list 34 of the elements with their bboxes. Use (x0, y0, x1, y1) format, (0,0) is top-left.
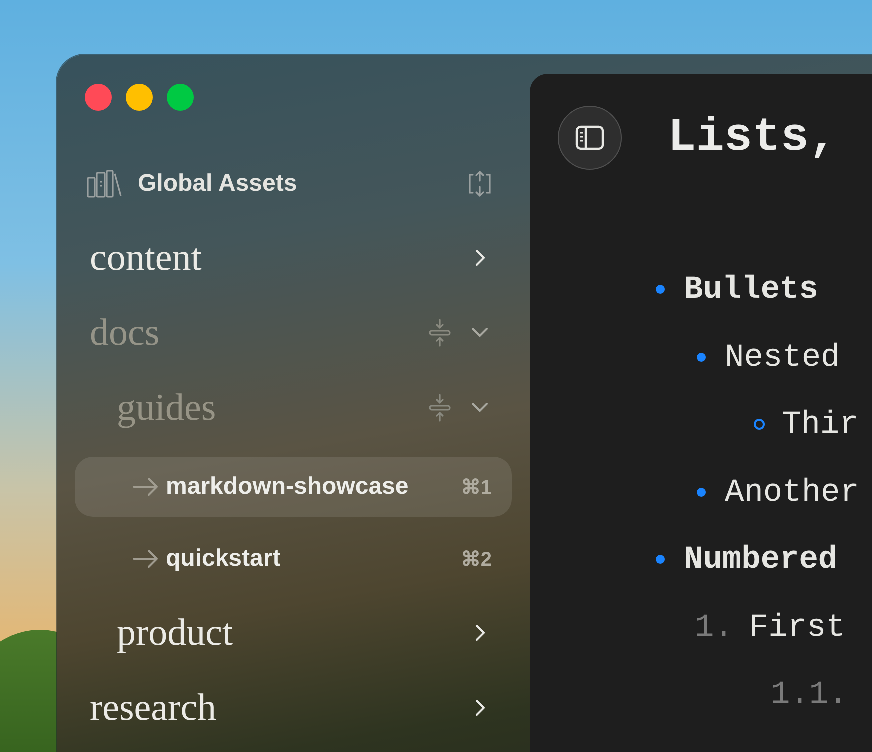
shortcut-label: ⌘1 (460, 476, 492, 500)
folder-item[interactable]: product (117, 610, 234, 654)
folder-item[interactable]: content (90, 236, 202, 280)
list-item-text: Nested (725, 338, 840, 376)
window-close-button[interactable] (85, 84, 112, 111)
list-item-text: Bullets (684, 271, 818, 308)
circle-bullet-icon (754, 419, 765, 430)
sidebar-icon (575, 125, 605, 151)
list-number: 1. (695, 608, 734, 646)
selected-page-item[interactable]: markdown-showcase ⌘1 (75, 457, 512, 517)
workspace-name: Global Assets (138, 170, 298, 198)
list-item-text: Numbered (684, 541, 838, 578)
bullet-icon (697, 488, 706, 497)
list-number: 1.1. (771, 676, 848, 714)
page-name: markdown-showcase (166, 473, 409, 501)
list-item-text: First (749, 608, 846, 646)
window-minimize-button[interactable] (126, 84, 153, 111)
shortcut-label: ⌘2 (460, 548, 492, 572)
switch-workspace-icon[interactable] (466, 170, 494, 198)
arrow-right-icon (133, 477, 159, 497)
bullet-icon (656, 555, 665, 564)
list-item-text: Thir (782, 406, 859, 444)
bullet-icon (656, 285, 665, 294)
window-zoom-button[interactable] (167, 84, 194, 111)
bullet-icon (697, 352, 706, 362)
collapse-all-icon[interactable] (428, 318, 452, 346)
books-icon (87, 170, 123, 198)
document-title: Lists, (668, 112, 838, 164)
folder-item[interactable]: research (90, 686, 217, 730)
page-item[interactable]: quickstart ⌘2 (75, 529, 512, 589)
collapse-all-icon[interactable] (428, 394, 452, 422)
list-item-text: Another (725, 474, 860, 511)
arrow-right-icon (133, 549, 159, 569)
page-name: quickstart (166, 545, 281, 573)
